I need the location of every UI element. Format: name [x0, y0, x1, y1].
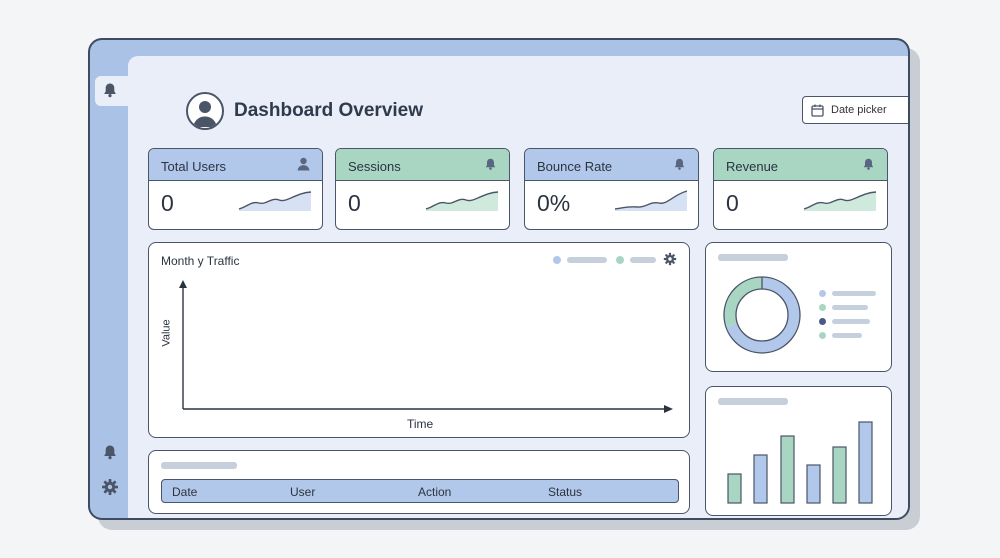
bar-chart-card: [705, 386, 892, 516]
donut-chart-card: [705, 242, 892, 372]
chart-title: Month y Traffic: [161, 254, 240, 268]
page-title: Dashboard Overview: [234, 100, 424, 121]
legend-dot: [819, 332, 826, 339]
stat-card-revenue[interactable]: Revenue 0: [713, 148, 888, 230]
user-icon: [297, 157, 310, 176]
stat-label: Bounce Rate: [537, 159, 613, 174]
bell-icon: [862, 157, 875, 176]
legend-placeholder: [630, 257, 656, 263]
legend-placeholder: [832, 291, 876, 296]
stat-card-header: Total Users: [149, 149, 322, 181]
bar: [727, 473, 742, 504]
bell-icon: [484, 157, 497, 176]
column-header-action[interactable]: Action: [418, 485, 451, 499]
bar-chart: [727, 421, 873, 504]
stat-label: Total Users: [161, 159, 227, 174]
chevron-down-icon: [909, 107, 910, 119]
card-title-placeholder: [718, 254, 788, 261]
donut-chart: [723, 276, 801, 354]
stat-card-header: Sessions: [336, 149, 509, 181]
stat-label: Sessions: [348, 159, 401, 174]
stat-card-header: Revenue: [714, 149, 887, 181]
stat-value: 0%: [537, 190, 571, 216]
legend-placeholder: [832, 319, 870, 324]
stat-card-bounce-rate[interactable]: Bounce Rate 0%: [524, 148, 699, 230]
stat-card-header: Bounce Rate: [525, 149, 698, 181]
legend-dot: [819, 304, 826, 311]
date-picker[interactable]: Date picker: [802, 96, 910, 124]
app-window: Dashboard Overview Date picker Total Use…: [88, 38, 910, 520]
legend-placeholder: [832, 305, 868, 310]
chart-axes: [179, 280, 673, 413]
card-title-placeholder: [718, 398, 788, 405]
sparkline-total-users: [238, 191, 312, 211]
sparkline-sessions: [425, 191, 499, 211]
stat-value: 0: [161, 190, 174, 216]
legend-dot: [616, 256, 624, 264]
column-header-user[interactable]: User: [290, 485, 315, 499]
traffic-chart-card: Month y Traffic Value Time: [148, 242, 690, 438]
avatar[interactable]: [186, 92, 224, 130]
legend-dot: [819, 318, 826, 325]
bell-icon[interactable]: [102, 444, 118, 460]
legend-placeholder: [832, 333, 862, 338]
date-picker-label: Date picker: [831, 104, 887, 116]
y-axis-label: Value: [160, 319, 173, 347]
bar: [806, 464, 821, 504]
bell-icon: [673, 157, 686, 176]
bell-icon[interactable]: [102, 82, 118, 98]
legend-dot: [819, 290, 826, 297]
card-title-placeholder: [161, 462, 237, 469]
legend-dot: [553, 256, 561, 264]
stat-card-total-users[interactable]: Total Users 0: [148, 148, 323, 230]
main-content: Dashboard Overview Date picker Total Use…: [128, 56, 908, 518]
calendar-icon: [811, 104, 824, 120]
sparkline-revenue: [803, 191, 877, 211]
legend-placeholder: [567, 257, 607, 263]
x-axis-label: Time: [407, 417, 434, 431]
stat-value: 0: [726, 190, 739, 216]
gear-icon[interactable]: [663, 252, 677, 266]
bar: [780, 435, 795, 504]
table-header-row: Date User Action Status: [161, 479, 679, 503]
column-header-status[interactable]: Status: [548, 485, 582, 499]
column-header-date[interactable]: Date: [172, 485, 197, 499]
stat-label: Revenue: [726, 159, 779, 174]
bar: [832, 446, 847, 504]
stat-value: 0: [348, 190, 361, 216]
stat-card-sessions[interactable]: Sessions 0: [335, 148, 510, 230]
gear-icon[interactable]: [101, 478, 119, 496]
bar: [858, 421, 873, 504]
bar: [753, 454, 768, 504]
activity-table-card: Date User Action Status: [148, 450, 690, 514]
sparkline-bounce-rate: [614, 190, 688, 211]
